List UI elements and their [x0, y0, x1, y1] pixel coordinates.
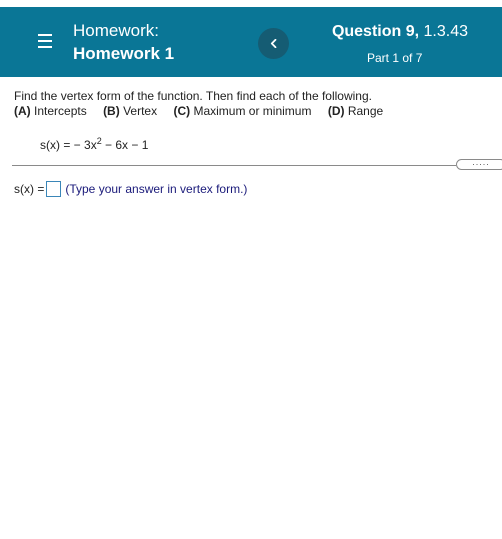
- expand-more-button[interactable]: .....: [456, 159, 502, 170]
- part-a-label: Intercepts: [34, 104, 87, 118]
- part-b-letter: (B): [103, 104, 120, 118]
- part-c-letter: (C): [173, 104, 191, 118]
- chevron-left-icon: [270, 39, 277, 48]
- part-b: (B) Vertex: [103, 104, 157, 118]
- part-c-label: Maximum or minimum: [193, 104, 312, 118]
- question-instructions: Find the vertex form of the function. Th…: [14, 89, 372, 103]
- answer-row: s(x) = (Type your answer in vertex form.): [14, 179, 247, 198]
- part-d-letter: (D): [327, 104, 345, 118]
- function-expression: s(x) = − 3x2 − 6x − 1: [40, 137, 148, 153]
- question-title: Question 9, 1.3.43: [332, 22, 468, 42]
- part-a-letter: (A): [14, 104, 31, 118]
- part-d: (D) Range: [328, 104, 383, 118]
- part-d-label: Range: [347, 104, 384, 118]
- function-lhs: s(x) =: [40, 138, 74, 152]
- part-progress: Part 1 of 7: [367, 51, 423, 65]
- answer-input[interactable]: [46, 180, 62, 197]
- part-c: (C) Maximum or minimum: [173, 104, 311, 118]
- answer-label: s(x) =: [14, 181, 45, 196]
- answer-hint: (Type your answer in vertex form.): [65, 181, 248, 196]
- homework-name: Homework 1: [73, 44, 175, 63]
- part-b-label: Vertex: [123, 104, 158, 118]
- question-label: Question 9,: [331, 23, 420, 40]
- previous-question-button[interactable]: [258, 28, 289, 59]
- header-bar: Homework: Homework 1 Question 9, 1.3.43 …: [0, 7, 502, 77]
- section-divider: [12, 165, 456, 166]
- homework-label: Homework:: [73, 21, 159, 40]
- question-parts: (A) Intercepts (B) Vertex (C) Maximum or…: [14, 104, 396, 118]
- menu-icon[interactable]: [38, 33, 52, 49]
- part-a: (A) Intercepts: [14, 104, 87, 118]
- function-rest: − 6x − 1: [101, 138, 149, 152]
- function-coefficient: − 3x: [73, 138, 97, 152]
- question-section: 1.3.43: [423, 23, 468, 40]
